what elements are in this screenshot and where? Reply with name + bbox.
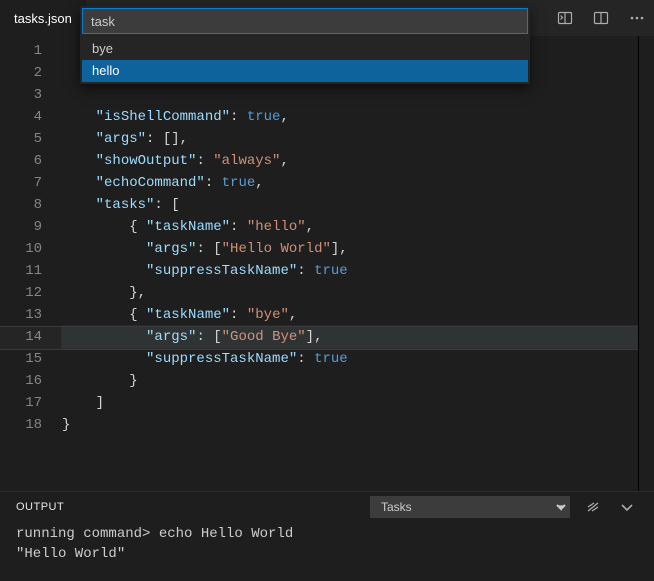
line-number: 5 [0, 128, 62, 150]
code-line[interactable] [62, 84, 654, 106]
line-number: 9 [0, 216, 62, 238]
line-number: 10 [0, 238, 62, 260]
panel-header: OUTPUT Tasks [0, 492, 654, 522]
line-number: 6 [0, 150, 62, 172]
line-number: 2 [0, 62, 62, 84]
code-line[interactable]: "args": ["Good Bye"], [62, 326, 654, 348]
code-line[interactable]: { "taskName": "hello", [62, 216, 654, 238]
output-line: "Hello World" [16, 544, 638, 564]
code-line[interactable]: { "taskName": "bye", [62, 304, 654, 326]
line-number: 4 [0, 106, 62, 128]
tab-tasks-json[interactable]: tasks.json [0, 0, 86, 36]
quick-pick-list: byehello [82, 34, 528, 82]
output-channel-select-wrap: Tasks [370, 496, 570, 518]
line-number: 11 [0, 260, 62, 282]
output-panel: OUTPUT Tasks running command> echo Hello… [0, 491, 654, 581]
clear-output-icon[interactable] [582, 496, 604, 518]
code-line[interactable]: "tasks": [ [62, 194, 654, 216]
line-number: 3 [0, 84, 62, 106]
code-line[interactable]: "args": ["Hello World"], [62, 238, 654, 260]
code-line[interactable]: "echoCommand": true, [62, 172, 654, 194]
quick-pick: byehello [80, 6, 530, 84]
line-number: 17 [0, 392, 62, 414]
toggle-panel-icon[interactable] [616, 496, 638, 518]
quick-pick-item[interactable]: bye [82, 38, 528, 60]
code-line[interactable]: "args": [], [62, 128, 654, 150]
quick-pick-input[interactable] [82, 8, 528, 34]
code-area[interactable]: "isShellCommand": true, "args": [], "sho… [62, 36, 654, 491]
line-gutter: 123456789101112131415161718 [0, 36, 62, 491]
line-number: 13 [0, 304, 62, 326]
line-number: 7 [0, 172, 62, 194]
quick-pick-item[interactable]: hello [82, 60, 528, 82]
code-line[interactable]: "isShellCommand": true, [62, 106, 654, 128]
line-number: 1 [0, 40, 62, 62]
split-editor-icon[interactable] [590, 7, 612, 29]
editor-actions [554, 0, 648, 36]
more-actions-icon[interactable] [626, 7, 648, 29]
code-line[interactable]: "showOutput": "always", [62, 150, 654, 172]
output-line: running command> echo Hello World [16, 524, 638, 544]
editor[interactable]: 123456789101112131415161718 "isShellComm… [0, 36, 654, 491]
line-number: 8 [0, 194, 62, 216]
split-preview-icon[interactable] [554, 7, 576, 29]
code-line[interactable]: }, [62, 282, 654, 304]
line-number: 14 [0, 326, 62, 348]
line-number: 16 [0, 370, 62, 392]
line-number: 12 [0, 282, 62, 304]
line-number: 15 [0, 348, 62, 370]
output-channel-select[interactable]: Tasks [370, 496, 570, 518]
code-line[interactable]: } [62, 414, 654, 436]
tab-label: tasks.json [14, 11, 72, 26]
line-number: 18 [0, 414, 62, 436]
code-line[interactable]: } [62, 370, 654, 392]
code-line[interactable]: ] [62, 392, 654, 414]
panel-title: OUTPUT [16, 501, 64, 513]
output-body[interactable]: running command> echo Hello World"Hello … [0, 522, 654, 566]
code-line[interactable]: "suppressTaskName": true [62, 260, 654, 282]
minimap[interactable] [638, 36, 654, 491]
code-line[interactable]: "suppressTaskName": true [62, 348, 654, 370]
